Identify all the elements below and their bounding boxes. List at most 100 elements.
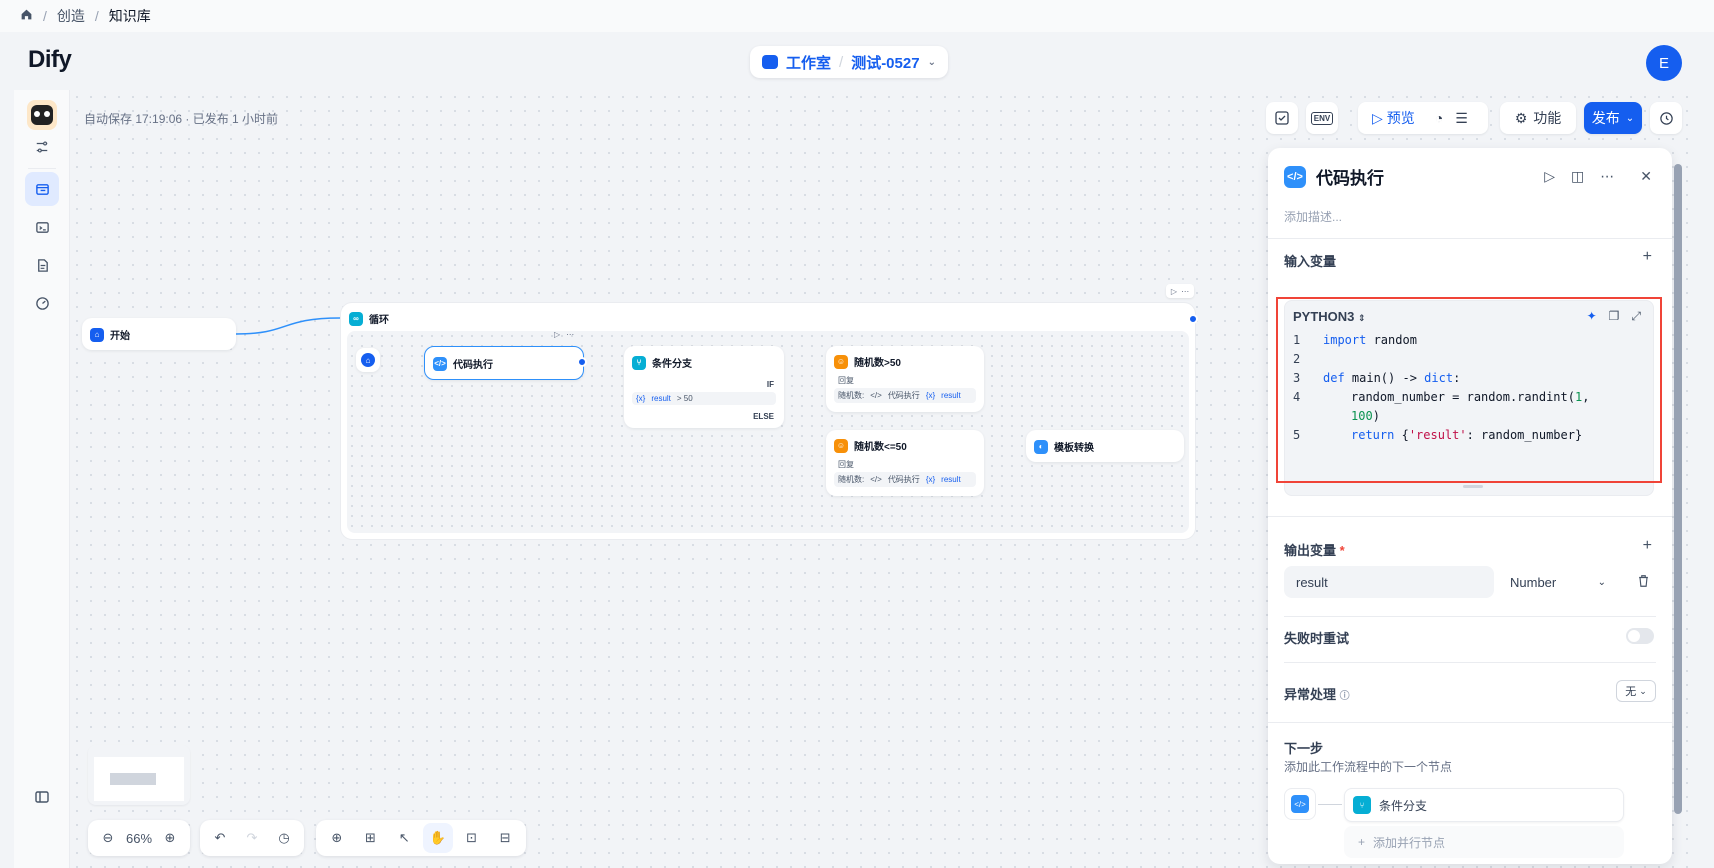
node-template-transform[interactable]: ◐ 模板转换 bbox=[1026, 430, 1184, 462]
branch-icon: ⑂ bbox=[1353, 796, 1371, 814]
output-var-type-select[interactable]: Number ⌄ bbox=[1504, 566, 1612, 598]
split-view-icon[interactable]: ◫ bbox=[1571, 168, 1584, 185]
minimap[interactable] bbox=[88, 745, 190, 805]
delete-icon[interactable] bbox=[1637, 574, 1650, 591]
var-label: 随机数: bbox=[838, 475, 865, 484]
history-controls: ↶ ↷ ◷ bbox=[200, 820, 304, 856]
node-start[interactable]: ⌂ 开始 bbox=[82, 318, 236, 350]
divider bbox=[1268, 516, 1672, 517]
zoom-out-icon[interactable]: ⊖ bbox=[94, 823, 122, 853]
organize-icon[interactable]: ⊟ bbox=[490, 823, 520, 853]
condition-operator: > 50 bbox=[676, 394, 693, 403]
condition-variable: result bbox=[651, 394, 671, 403]
output-vars-label: 输出变量 * bbox=[1284, 540, 1345, 559]
variable-icon: {x} bbox=[925, 475, 936, 484]
play-icon[interactable]: ▷ bbox=[1171, 287, 1177, 296]
error-handling-select[interactable]: 无 ⌄ bbox=[1616, 680, 1656, 702]
loop-add-handle[interactable] bbox=[1188, 314, 1198, 324]
answer-var-pill: 随机数: </> 代码执行 {x} result bbox=[834, 388, 976, 403]
node-config-panel: </> 代码执行 ▷ ◫ ⋯ ✕ 添加描述... 输入变量 + PYTHON3 … bbox=[1268, 148, 1672, 864]
add-output-var-icon[interactable]: + bbox=[1643, 537, 1652, 555]
retry-toggle[interactable] bbox=[1626, 628, 1654, 644]
code-output-handle[interactable] bbox=[577, 357, 587, 367]
more-icon[interactable]: ⋯ bbox=[1600, 168, 1614, 185]
variable-icon: {x} bbox=[636, 394, 646, 403]
output-var-name-input[interactable]: result bbox=[1284, 566, 1494, 598]
next-node-if-else[interactable]: ⑂ 条件分支 bbox=[1344, 788, 1624, 822]
node-title: 循环 bbox=[369, 315, 389, 326]
hand-icon[interactable]: ✋ bbox=[423, 823, 453, 853]
node-title: 模板转换 bbox=[1054, 443, 1094, 454]
node-if-else[interactable]: ⑂ 条件分支 IF {x} result > 50 ELSE bbox=[624, 346, 784, 428]
else-label: ELSE bbox=[753, 412, 774, 421]
var-source: 代码执行 bbox=[887, 391, 920, 400]
resize-grip[interactable] bbox=[1463, 485, 1483, 488]
variable-icon: {x} bbox=[925, 391, 936, 400]
loop-icon: ∞ bbox=[349, 311, 363, 326]
add-note-icon[interactable]: ⊞ bbox=[356, 823, 386, 853]
if-label: IF bbox=[766, 380, 774, 389]
panel-title: </> 代码执行 bbox=[1284, 164, 1384, 189]
canvas-tools: ⊕ ⊞ ↖ ✋ ⊡ ⊟ bbox=[316, 820, 526, 856]
loop-start-node[interactable]: ⌂ bbox=[356, 348, 380, 372]
code-icon: </> bbox=[1284, 165, 1306, 188]
condition-pill: {x} result > 50 bbox=[632, 392, 776, 405]
zoom-controls: ⊖ 66% ⊕ bbox=[88, 820, 190, 856]
divider bbox=[1284, 616, 1656, 617]
var-name: result bbox=[941, 475, 961, 484]
code-node-actions[interactable]: ▷ ⋯ bbox=[554, 330, 574, 339]
export-image-icon[interactable]: ⊡ bbox=[457, 823, 487, 853]
highlight-box bbox=[1276, 297, 1662, 483]
pointer-icon[interactable]: ↖ bbox=[389, 823, 419, 853]
divider bbox=[1268, 722, 1672, 723]
panel-actions: ▷ ◫ ⋯ ✕ bbox=[1544, 168, 1652, 185]
history-icon[interactable]: ◷ bbox=[270, 823, 298, 853]
answer-icon: ☺ bbox=[834, 354, 848, 369]
node-code-execution[interactable]: </> 代码执行 bbox=[424, 346, 584, 380]
node-answer-le50[interactable]: ☺ 随机数<=50 回复 随机数: </> 代码执行 {x} result bbox=[826, 430, 984, 496]
add-input-var-icon[interactable]: + bbox=[1643, 248, 1652, 266]
home-icon: ⌂ bbox=[361, 353, 375, 367]
var-label: 随机数: bbox=[838, 391, 865, 400]
help-icon[interactable]: ⓘ bbox=[1340, 691, 1350, 702]
close-icon[interactable]: ✕ bbox=[1640, 168, 1652, 185]
add-parallel-label: 添加并行节点 bbox=[1373, 835, 1446, 850]
zoom-level[interactable]: 66% bbox=[126, 831, 152, 846]
loop-actions[interactable]: ▷ ⋯ bbox=[1166, 284, 1194, 298]
error-handling-label: 异常处理 ⓘ bbox=[1284, 684, 1350, 703]
node-answer-gt50[interactable]: ☺ 随机数>50 回复 随机数: </> 代码执行 {x} result bbox=[826, 346, 984, 412]
retry-label: 失败时重试 bbox=[1284, 631, 1350, 646]
home-icon: ⌂ bbox=[90, 327, 104, 342]
play-icon[interactable]: ▷ bbox=[554, 330, 560, 339]
code-icon: </> bbox=[433, 356, 447, 371]
var-name: result bbox=[941, 391, 961, 400]
error-value: 无 bbox=[1625, 686, 1637, 698]
type-label: Number bbox=[1510, 574, 1557, 590]
required-mark: * bbox=[1339, 543, 1345, 558]
next-step-label: 下一步 bbox=[1284, 741, 1324, 756]
minimap-node bbox=[110, 773, 156, 785]
code-icon: </> bbox=[870, 475, 882, 484]
connector-line bbox=[1318, 804, 1342, 805]
chevron-down-icon: ⌄ bbox=[1639, 685, 1647, 696]
add-parallel-node-button[interactable]: + 添加并行节点 bbox=[1344, 826, 1624, 858]
template-icon: ◐ bbox=[1034, 439, 1048, 454]
panel-scrollbar[interactable] bbox=[1674, 164, 1682, 814]
panel-title-text[interactable]: 代码执行 bbox=[1316, 164, 1384, 189]
output-vars-text: 输出变量 bbox=[1284, 543, 1337, 558]
run-icon[interactable]: ▷ bbox=[1544, 168, 1555, 185]
node-subtitle: 回复 bbox=[838, 460, 854, 469]
more-icon[interactable]: ⋯ bbox=[566, 330, 574, 339]
node-title: 条件分支 bbox=[652, 359, 692, 370]
description-input[interactable]: 添加描述... bbox=[1284, 208, 1342, 225]
current-node-chip: </> bbox=[1284, 788, 1316, 820]
branch-icon: ⑂ bbox=[632, 355, 646, 370]
undo-icon[interactable]: ↶ bbox=[206, 823, 234, 853]
zoom-in-icon[interactable]: ⊕ bbox=[156, 823, 184, 853]
node-subtitle: 回复 bbox=[838, 376, 854, 385]
add-node-icon[interactable]: ⊕ bbox=[322, 823, 352, 853]
redo-icon[interactable]: ↷ bbox=[238, 823, 266, 853]
input-vars-label: 输入变量 bbox=[1284, 254, 1337, 269]
more-icon[interactable]: ⋯ bbox=[1181, 287, 1189, 296]
node-title: 随机数>50 bbox=[854, 358, 901, 369]
